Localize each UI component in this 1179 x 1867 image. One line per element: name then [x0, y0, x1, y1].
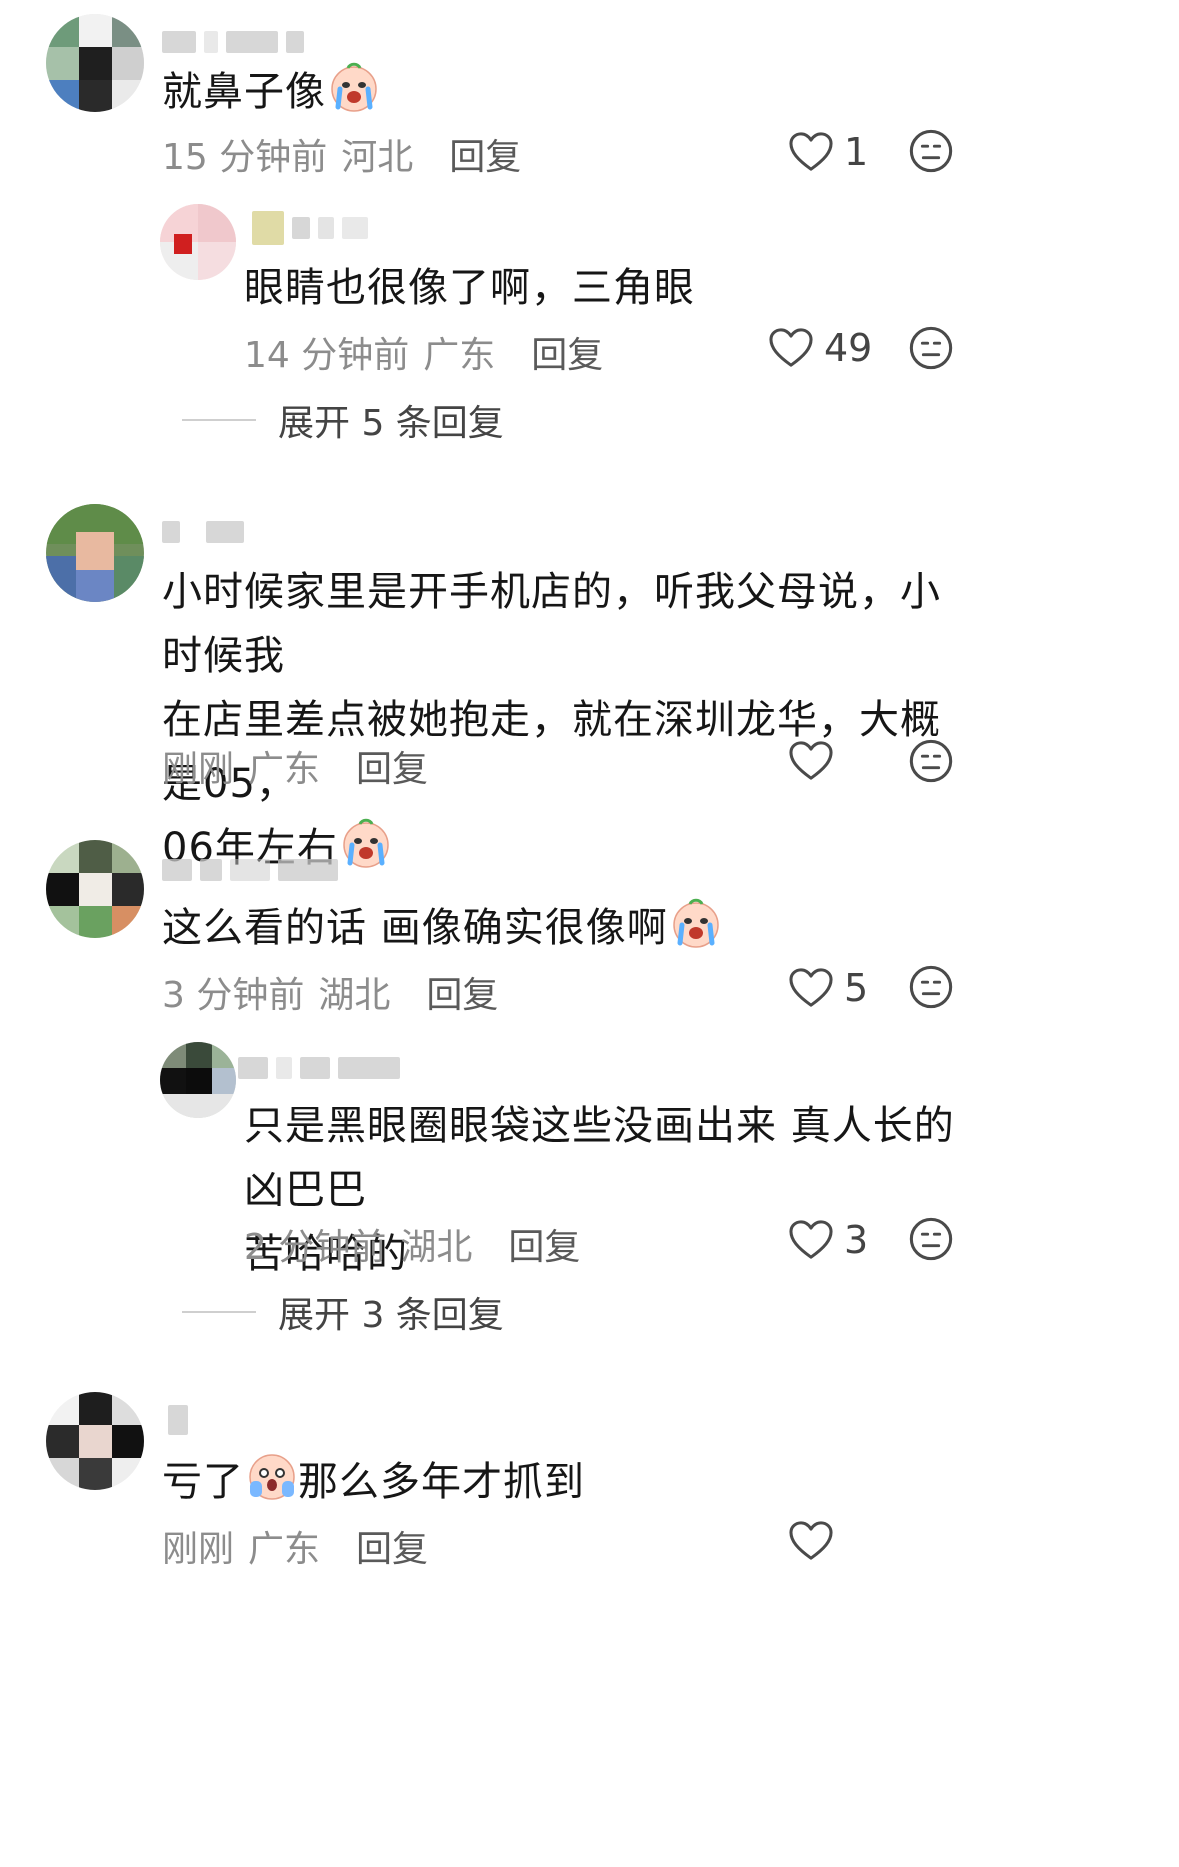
avatar[interactable] [46, 1392, 144, 1490]
like-count: 5 [844, 966, 869, 1010]
location: 广东 [248, 1529, 321, 1570]
comment-meta: 3 分钟前 湖北 回复 [162, 966, 498, 1018]
username-blurred[interactable] [168, 1405, 188, 1435]
comment-meta: 刚刚 广东 回复 [162, 1520, 428, 1572]
dislike-icon[interactable] [908, 738, 954, 784]
username-blurred[interactable] [162, 858, 338, 882]
like-button[interactable] [788, 740, 844, 782]
like-count: 3 [844, 1218, 869, 1262]
crying-emoji-icon [328, 61, 380, 113]
username-blurred[interactable] [162, 30, 304, 54]
like-button[interactable]: 1 [788, 130, 868, 174]
dislike-icon[interactable] [908, 964, 954, 1010]
reply-username-blurred[interactable] [238, 1056, 400, 1080]
comment-text: 这么看的话 画像确实很像啊 [162, 896, 722, 960]
avatar[interactable] [46, 504, 144, 602]
dislike-icon[interactable] [908, 325, 954, 371]
reply-button[interactable]: 回复 [508, 1218, 580, 1270]
comment-text: 亏了 那么多年才抓到 [162, 1450, 585, 1514]
heart-icon [788, 1219, 834, 1261]
reply-avatar[interactable] [160, 1042, 236, 1118]
avatar[interactable] [46, 840, 144, 938]
heart-icon [768, 327, 814, 369]
heart-icon [788, 967, 834, 1009]
reply-avatar[interactable] [160, 204, 236, 280]
expand-replies-button[interactable]: 展开 3 条回复 [182, 1286, 504, 1338]
location: 湖北 [400, 1227, 473, 1268]
crying-emoji-icon [670, 897, 722, 949]
expand-replies-button[interactable]: 展开 5 条回复 [182, 394, 504, 446]
like-count: 49 [824, 326, 873, 370]
scared-emoji-icon [246, 1451, 298, 1503]
dislike-icon[interactable] [908, 1216, 954, 1262]
heart-icon [788, 740, 834, 782]
like-button[interactable]: 5 [788, 966, 868, 1010]
reply-button[interactable]: 回复 [356, 1520, 428, 1572]
like-count: 1 [844, 130, 869, 174]
reply-text: 眼睛也很像了啊，三角眼 [244, 265, 695, 311]
reply-button[interactable]: 回复 [531, 326, 603, 378]
reply-button[interactable]: 回复 [356, 740, 428, 792]
comment-meta: 15 分钟前 河北 回复 [162, 128, 521, 180]
timestamp: 刚刚 [162, 1529, 235, 1570]
like-button[interactable]: 49 [768, 326, 872, 370]
timestamp: 15 分钟前 [162, 137, 328, 178]
username-blurred[interactable] [162, 520, 244, 544]
reply-meta: 14 分钟前 广东 回复 [244, 326, 603, 378]
timestamp: 3 分钟前 [162, 975, 305, 1016]
timestamp: 2 分钟前 [244, 1227, 387, 1268]
crying-emoji-icon [340, 817, 392, 869]
avatar[interactable] [46, 14, 144, 112]
location: 广东 [248, 749, 321, 790]
heart-icon [788, 131, 834, 173]
dislike-icon[interactable] [908, 128, 954, 174]
divider [182, 1311, 256, 1313]
location: 广东 [423, 335, 496, 376]
timestamp: 刚刚 [162, 749, 235, 790]
heart-icon [788, 1520, 834, 1562]
location: 河北 [341, 137, 414, 178]
comment-text: 就鼻子像 [162, 60, 380, 124]
reply-button[interactable]: 回复 [449, 128, 521, 180]
comment-text: 小时候家里是开手机店的，听我父母说，小时候我 在店里差点被她抱走，就在深圳龙华，… [162, 569, 941, 871]
comment-meta: 刚刚 广东 回复 [162, 740, 428, 792]
divider [182, 419, 256, 421]
timestamp: 14 分钟前 [244, 335, 410, 376]
reply-username-blurred[interactable] [252, 211, 368, 245]
reply-meta: 2 分钟前 湖北 回复 [244, 1218, 580, 1270]
location: 湖北 [318, 975, 391, 1016]
like-button[interactable] [788, 1520, 844, 1562]
reply-button[interactable]: 回复 [426, 966, 498, 1018]
like-button[interactable]: 3 [788, 1218, 868, 1262]
